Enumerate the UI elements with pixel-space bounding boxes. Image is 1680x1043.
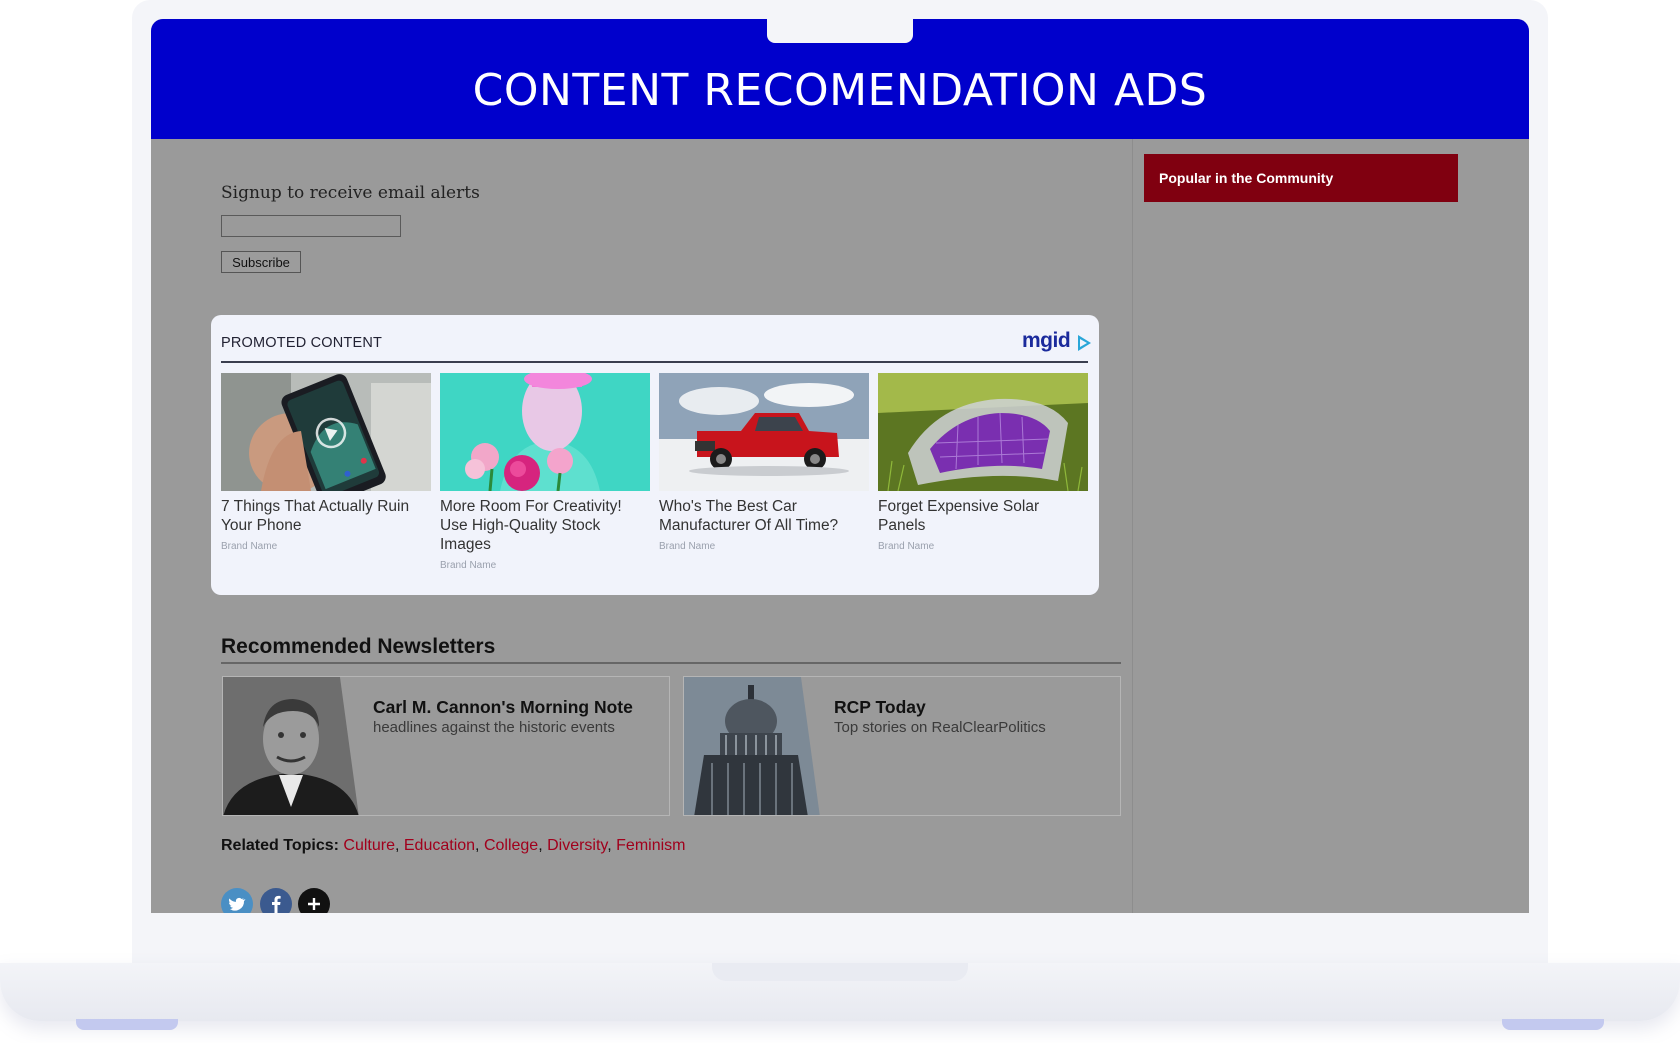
twitter-share-button[interactable] xyxy=(221,888,253,913)
email-field[interactable] xyxy=(221,215,401,237)
promoted-card-brand: Brand Name xyxy=(878,541,935,552)
adchoices-icon-inner xyxy=(1080,339,1087,347)
newsletter-card[interactable]: Carl M. Cannon's Morning Note headlines … xyxy=(222,676,670,816)
promoted-card-title[interactable]: 7 Things That Actually Ruin Your Phone xyxy=(221,497,431,535)
subscribe-button[interactable]: Subscribe xyxy=(221,251,301,273)
newsletter-description: Top stories on RealClearPolitics xyxy=(834,719,1046,736)
promoted-card[interactable]: Forget Expensive Solar Panels Brand Name xyxy=(878,373,1088,552)
promoted-card[interactable]: Who's The Best Car Manufacturer Of All T… xyxy=(659,373,869,552)
topic-link-culture[interactable]: Culture xyxy=(343,837,395,854)
mgid-logo[interactable]: mgid xyxy=(1022,329,1071,353)
promoted-card-title[interactable]: Who's The Best Car Manufacturer Of All T… xyxy=(659,497,869,535)
facebook-share-button[interactable] xyxy=(260,888,292,913)
laptop-base-notch xyxy=(712,963,968,981)
promoted-card-brand: Brand Name xyxy=(221,541,278,552)
newsletters-divider xyxy=(221,662,1121,664)
popular-community-label: Popular in the Community xyxy=(1159,170,1334,186)
related-topics: Related Topics: Culture, Education, Coll… xyxy=(221,837,686,854)
facebook-icon xyxy=(272,895,281,913)
topic-link-college[interactable]: College xyxy=(484,837,538,854)
newsletter-card[interactable]: RCP Today Top stories on RealClearPoliti… xyxy=(683,676,1121,816)
camera-notch xyxy=(767,19,913,43)
popular-community-banner[interactable]: Popular in the Community xyxy=(1144,154,1458,202)
promoted-card[interactable]: 7 Things That Actually Ruin Your Phone B… xyxy=(221,373,431,552)
promoted-divider xyxy=(221,361,1088,363)
signup-label: Signup to receive email alerts xyxy=(221,183,480,203)
plus-icon xyxy=(308,898,320,910)
topic-link-feminism[interactable]: Feminism xyxy=(616,837,685,854)
red-pickup-truck-image[interactable] xyxy=(659,373,869,491)
pink-hair-flowers-image[interactable] xyxy=(440,373,650,491)
laptop-foot-right xyxy=(1502,1019,1604,1030)
laptop-foot-left xyxy=(76,1019,178,1030)
page-header: CONTENT RECOMENDATION ADS xyxy=(151,19,1529,139)
promoted-content-widget: PROMOTED CONTENT mgid 7 Things That Actu… xyxy=(211,315,1099,595)
flexible-solar-panel-image[interactable] xyxy=(878,373,1088,491)
promoted-card-title[interactable]: More Room For Creativity! Use High-Quali… xyxy=(440,497,650,554)
promoted-card-brand: Brand Name xyxy=(659,541,716,552)
related-topics-label: Related Topics: xyxy=(221,837,339,854)
promoted-card-brand: Brand Name xyxy=(440,560,497,571)
newsletter-description: headlines against the historic events xyxy=(373,719,615,736)
topic-link-diversity[interactable]: Diversity xyxy=(547,837,607,854)
newsletter-name[interactable]: RCP Today xyxy=(834,697,926,718)
promoted-card-title[interactable]: Forget Expensive Solar Panels xyxy=(878,497,1088,535)
capitol-dome-photo xyxy=(684,677,820,815)
portrait-photo xyxy=(223,677,359,815)
newsletter-name[interactable]: Carl M. Cannon's Morning Note xyxy=(373,697,633,718)
laptop-screen: CONTENT RECOMENDATION ADS Signup to rece… xyxy=(151,19,1529,913)
topic-link-education[interactable]: Education xyxy=(404,837,475,854)
share-more-button[interactable] xyxy=(298,888,330,913)
phone-in-hand-image[interactable] xyxy=(221,373,431,491)
page-title: CONTENT RECOMENDATION ADS xyxy=(472,65,1208,116)
twitter-icon xyxy=(228,897,246,911)
promoted-card[interactable]: More Room For Creativity! Use High-Quali… xyxy=(440,373,650,571)
newsletters-heading: Recommended Newsletters xyxy=(221,635,496,658)
column-divider xyxy=(1132,139,1133,913)
promoted-content-heading: PROMOTED CONTENT xyxy=(221,335,383,351)
